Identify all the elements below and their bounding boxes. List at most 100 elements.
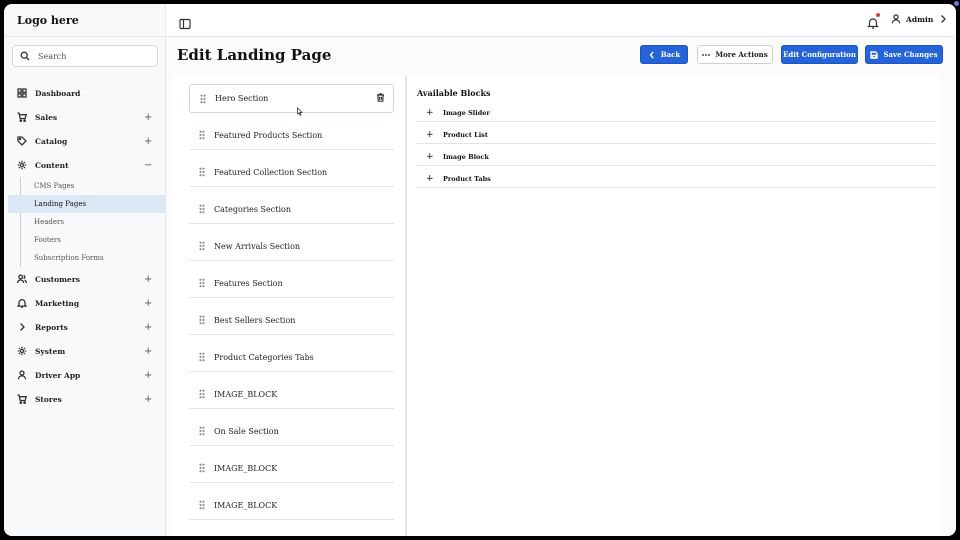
section-row[interactable]: Product Categories Tabs — [189, 343, 394, 372]
sidebar-item-reports[interactable]: Reports + — [4, 315, 165, 339]
expand-icon[interactable]: + — [144, 136, 152, 147]
sidebar-toggle-icon[interactable] — [179, 15, 191, 30]
expand-icon[interactable]: + — [144, 112, 152, 123]
section-label: On Sale Section — [214, 426, 279, 436]
section-row[interactable]: Best Sellers Section — [189, 306, 394, 335]
expand-icon[interactable]: + — [144, 370, 152, 381]
more-actions-button[interactable]: More Actions — [697, 45, 773, 64]
back-button-label: Back — [660, 50, 681, 59]
expand-icon[interactable]: + — [144, 322, 152, 333]
drag-handle-icon[interactable] — [199, 426, 205, 436]
trash-icon[interactable] — [376, 93, 385, 104]
sidebar-item-label: Catalog — [35, 136, 68, 146]
block-label: Image Slider — [443, 109, 490, 117]
users-icon — [17, 274, 27, 284]
bell-icon — [17, 298, 27, 308]
section-label: Product Categories Tabs — [214, 352, 314, 362]
sidebar-item-cms-pages[interactable]: CMS Pages — [21, 177, 165, 195]
available-blocks-panel: Available Blocks + Image Slider + Produc… — [417, 88, 935, 193]
drag-handle-icon[interactable] — [199, 315, 205, 325]
sidebar-item-label: Driver App — [35, 370, 81, 380]
sidebar-item-landing-pages[interactable]: Landing Pages — [8, 195, 165, 213]
expand-icon[interactable]: + — [144, 346, 152, 357]
user-icon — [891, 14, 901, 24]
sidebar-item-stores[interactable]: Stores + — [4, 387, 165, 411]
edit-configuration-label: Edit Configuration — [783, 50, 856, 59]
plus-icon: + — [426, 174, 434, 184]
section-row[interactable]: Features Section — [189, 269, 394, 298]
section-label: Best Sellers Section — [214, 315, 296, 325]
section-row[interactable]: IMAGE_BLOCK — [189, 491, 394, 520]
notification-bell-icon[interactable] — [867, 13, 880, 29]
sections-list: Hero Section Featured Products Section F… — [189, 84, 394, 528]
gear-icon — [17, 160, 27, 170]
panel-divider[interactable] — [405, 76, 407, 536]
expand-icon[interactable]: + — [144, 394, 152, 405]
sidebar-item-content[interactable]: Content − — [4, 153, 165, 177]
sidebar-item-customers[interactable]: Customers + — [4, 267, 165, 291]
section-row[interactable]: IMAGE_BLOCK — [189, 454, 394, 483]
search-box[interactable] — [12, 45, 158, 67]
plus-icon: + — [426, 130, 434, 140]
drag-handle-icon[interactable] — [199, 278, 205, 288]
drag-handle-icon[interactable] — [199, 389, 205, 399]
section-label: Featured Products Section — [214, 130, 323, 140]
section-row[interactable]: Featured Collection Section — [189, 158, 394, 187]
sidebar-item-driver-app[interactable]: Driver App + — [4, 363, 165, 387]
search-input[interactable] — [38, 51, 148, 61]
sidebar-item-footers[interactable]: Footers — [21, 231, 165, 249]
sidebar-item-marketing[interactable]: Marketing + — [4, 291, 165, 315]
block-item[interactable]: + Image Slider — [417, 105, 935, 122]
page-title: Edit Landing Page — [177, 46, 332, 64]
drag-handle-icon[interactable] — [199, 352, 205, 362]
block-label: Image Block — [443, 153, 489, 161]
sidebar-item-headers[interactable]: Headers — [21, 213, 165, 231]
section-row[interactable]: Featured Products Section — [189, 121, 394, 150]
sidebar-item-dashboard[interactable]: Dashboard — [4, 81, 165, 105]
expand-icon[interactable]: + — [144, 274, 152, 285]
sidebar-item-sales[interactable]: Sales + — [4, 105, 165, 129]
section-row[interactable]: IMAGE_BLOCK — [189, 380, 394, 409]
section-row[interactable]: On Sale Section — [189, 417, 394, 446]
sidebar-item-system[interactable]: System + — [4, 339, 165, 363]
block-label: Product Tabs — [443, 175, 491, 183]
gear-icon — [17, 346, 27, 356]
chevron-right-icon — [938, 14, 948, 24]
drag-handle-icon[interactable] — [199, 204, 205, 214]
user-menu[interactable]: Admin — [891, 14, 948, 24]
back-button[interactable]: Back — [640, 45, 688, 64]
section-row[interactable]: Categories Section — [189, 195, 394, 224]
expand-icon[interactable]: + — [144, 298, 152, 309]
block-label: Product List — [443, 131, 488, 139]
chevron-right-icon — [17, 322, 27, 332]
cart-icon — [17, 394, 27, 404]
save-changes-button[interactable]: Save Changes — [865, 45, 943, 64]
sidebar-item-catalog[interactable]: Catalog + — [4, 129, 165, 153]
block-item[interactable]: + Product List — [417, 127, 935, 144]
sidebar: Logo here Dashboard Sales + Catalog + — [4, 4, 166, 536]
section-row[interactable]: Hero Section — [189, 84, 394, 113]
block-item[interactable]: + Product Tabs — [417, 171, 935, 188]
notification-badge — [876, 13, 880, 17]
drag-handle-icon[interactable] — [199, 463, 205, 473]
section-row[interactable]: New Arrivals Section — [189, 232, 394, 261]
plus-icon: + — [426, 108, 434, 118]
drag-handle-icon[interactable] — [199, 167, 205, 177]
sidebar-nav: Dashboard Sales + Catalog + Content − CM… — [4, 81, 165, 411]
drag-handle-icon[interactable] — [199, 241, 205, 251]
section-label: Hero Section — [215, 94, 269, 103]
chevron-left-icon — [649, 51, 654, 58]
collapse-icon[interactable]: − — [144, 160, 152, 171]
sidebar-item-label: Stores — [35, 394, 62, 404]
save-icon — [870, 50, 879, 59]
drag-handle-icon[interactable] — [200, 93, 206, 104]
sidebar-item-subscription-forms[interactable]: Subscription Forms — [21, 249, 165, 267]
edit-configuration-button[interactable]: Edit Configuration — [781, 45, 858, 64]
drag-handle-icon[interactable] — [199, 130, 205, 140]
window-indicator-dot — [954, 1, 959, 6]
block-item[interactable]: + Image Block — [417, 149, 935, 166]
drag-handle-icon[interactable] — [199, 500, 205, 510]
more-actions-label: More Actions — [715, 50, 768, 59]
grid-icon — [17, 88, 27, 98]
sidebar-item-label: Sales — [35, 112, 58, 122]
